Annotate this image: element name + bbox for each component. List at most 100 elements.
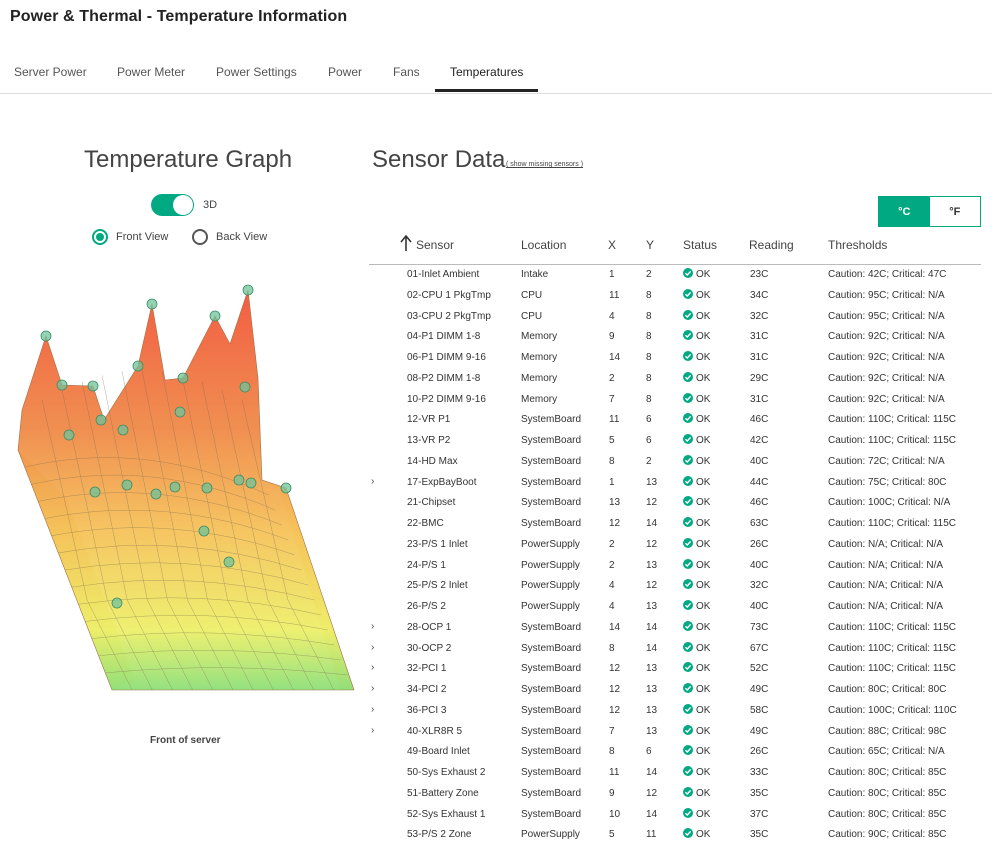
sensor-reading: 67C — [750, 642, 769, 654]
back-view-label[interactable]: Back View — [216, 231, 267, 243]
status-ok-icon — [683, 288, 693, 299]
sensor-reading: 44C — [750, 476, 769, 488]
column-header-location[interactable]: Location — [521, 238, 566, 252]
sensor-name: 08-P2 DIMM 1-8 — [407, 372, 481, 384]
expand-row-icon[interactable]: › — [371, 683, 374, 694]
fahrenheit-button[interactable]: °F — [929, 197, 980, 226]
sensor-status: OK — [696, 331, 711, 343]
celsius-button[interactable]: °C — [879, 197, 930, 226]
table-row[interactable]: › 28-OCP 1 SystemBoard 14 14 73C Caution: 110C… — [0, 618, 992, 639]
sensor-location: SystemBoard — [521, 518, 582, 529]
sensor-thresholds: Caution: 92C; Critical: N/A — [828, 352, 945, 363]
tab-temperatures[interactable]: Temperatures — [450, 65, 523, 79]
sensor-status: OK — [696, 269, 711, 280]
column-header-x[interactable]: X — [608, 238, 616, 252]
table-row[interactable]: › 40-XLR8R 5 SystemBoard 7 13 49C Caution: 88C… — [0, 722, 992, 743]
column-header-y[interactable]: Y — [646, 238, 654, 252]
sensor-y: 12 — [646, 497, 658, 509]
sensor-status: OK — [696, 289, 711, 301]
sensor-location: SystemBoard — [521, 684, 582, 695]
table-row: 01-Inlet Ambient Intake 1 2 23C Caution: 42C;… — [0, 265, 992, 286]
3d-toggle-label: 3D — [203, 199, 218, 211]
status-ok-icon — [683, 309, 693, 320]
sensor-status: OK — [696, 538, 711, 550]
sensor-status: OK — [696, 559, 711, 571]
table-row[interactable]: › 17-ExpBayBoot SystemBoard 1 13 44C Caution: … — [0, 473, 992, 494]
sensor-x: 11 — [609, 289, 620, 301]
show-missing-sensors-link[interactable]: ( show missing sensors ) — [506, 161, 583, 168]
column-header-sensor[interactable]: Sensor — [416, 238, 454, 252]
sensor-x: 12 — [609, 663, 621, 675]
sensor-reading: 58C — [750, 704, 769, 716]
sensor-status: OK — [696, 497, 711, 509]
table-row: 06-P1 DIMM 9-16 Memory 14 8 31C Caution: 92C;… — [0, 348, 992, 369]
table-row[interactable]: › 34-PCI 2 SystemBoard 12 13 49C Caution: 80C;… — [0, 680, 992, 701]
sensor-location: Memory — [521, 393, 558, 405]
sensor-thresholds: Caution: 80C; Critical: 80C — [828, 684, 947, 695]
back-view-radio[interactable] — [192, 229, 208, 245]
status-ok-icon — [683, 454, 693, 465]
sensor-reading: 32C — [750, 580, 769, 592]
table-row: 10-P2 DIMM 9-16 Memory 7 8 31C Caution: 92C; … — [0, 390, 992, 411]
column-header-thresholds[interactable]: Thresholds — [828, 238, 887, 252]
expand-row-icon[interactable]: › — [371, 621, 374, 632]
status-ok-icon — [683, 413, 693, 424]
sensor-y: 8 — [646, 289, 652, 301]
status-ok-icon — [683, 475, 693, 486]
status-ok-icon — [683, 579, 693, 590]
sensor-status: OK — [696, 767, 711, 778]
sensor-status: OK — [696, 518, 711, 529]
sensor-name: 02-CPU 1 PkgTmp — [407, 289, 491, 301]
sensor-y: 14 — [646, 518, 658, 529]
tab-power-settings[interactable]: Power Settings — [216, 65, 297, 79]
sensor-thresholds: Caution: 110C; Critical: 115C — [828, 621, 957, 633]
sensor-name: 28-OCP 1 — [407, 621, 452, 633]
column-header-reading[interactable]: Reading — [749, 238, 794, 252]
sensor-location: PowerSupply — [521, 829, 580, 841]
sensor-y: 12 — [646, 580, 658, 592]
sensor-reading: 63C — [750, 518, 769, 529]
sensor-name: 36-PCI 3 — [407, 704, 447, 716]
sensor-thresholds: Caution: 92C; Critical: N/A — [828, 393, 945, 405]
sensor-status: OK — [696, 725, 711, 737]
sensor-status: OK — [696, 601, 711, 612]
sensor-x: 12 — [609, 704, 621, 716]
sensor-reading: 46C — [750, 497, 769, 509]
column-header-status[interactable]: Status — [683, 238, 717, 252]
active-tab-indicator — [435, 89, 538, 92]
sort-ascending-icon[interactable] — [398, 234, 414, 252]
tab-power-meter[interactable]: Power Meter — [117, 65, 185, 79]
sensor-name: 06-P1 DIMM 9-16 — [407, 352, 486, 363]
sensor-reading: 35C — [750, 787, 769, 799]
sensor-name: 12-VR P1 — [407, 414, 451, 426]
tab-server-power[interactable]: Server Power — [14, 65, 87, 79]
status-ok-icon — [683, 517, 693, 527]
table-row[interactable]: › 30-OCP 2 SystemBoard 8 14 67C Caution: 110C;… — [0, 639, 992, 660]
sensor-y: 14 — [646, 808, 658, 820]
sensor-x: 4 — [609, 580, 615, 592]
sensor-x: 7 — [609, 393, 615, 405]
3d-toggle[interactable] — [151, 194, 194, 216]
sensor-location: SystemBoard — [521, 767, 582, 778]
sensor-status: OK — [696, 352, 711, 363]
sensor-status: OK — [696, 393, 711, 405]
status-ok-icon — [683, 703, 693, 714]
expand-row-icon[interactable]: › — [371, 725, 374, 736]
sensor-reading: 26C — [750, 746, 769, 758]
front-view-radio[interactable] — [92, 229, 108, 245]
status-ok-icon — [683, 766, 693, 776]
sensor-status: OK — [696, 414, 711, 426]
temperature-graph-title: Temperature Graph — [84, 146, 293, 173]
table-row[interactable]: › 32-PCI 1 SystemBoard 12 13 52C Caution: 110C… — [0, 659, 992, 680]
tab-fans[interactable]: Fans — [393, 65, 420, 79]
expand-row-icon[interactable]: › — [371, 642, 374, 653]
sensor-location: Intake — [521, 269, 549, 280]
expand-row-icon[interactable]: › — [371, 704, 374, 715]
front-view-label[interactable]: Front View — [116, 231, 168, 243]
sensor-y: 12 — [646, 538, 658, 550]
expand-row-icon[interactable]: › — [371, 476, 374, 487]
table-row[interactable]: › 36-PCI 3 SystemBoard 12 13 58C Caution: 100C… — [0, 701, 992, 722]
tab-power[interactable]: Power — [328, 65, 362, 79]
sensor-location: SystemBoard — [521, 414, 582, 426]
expand-row-icon[interactable]: › — [371, 662, 374, 673]
